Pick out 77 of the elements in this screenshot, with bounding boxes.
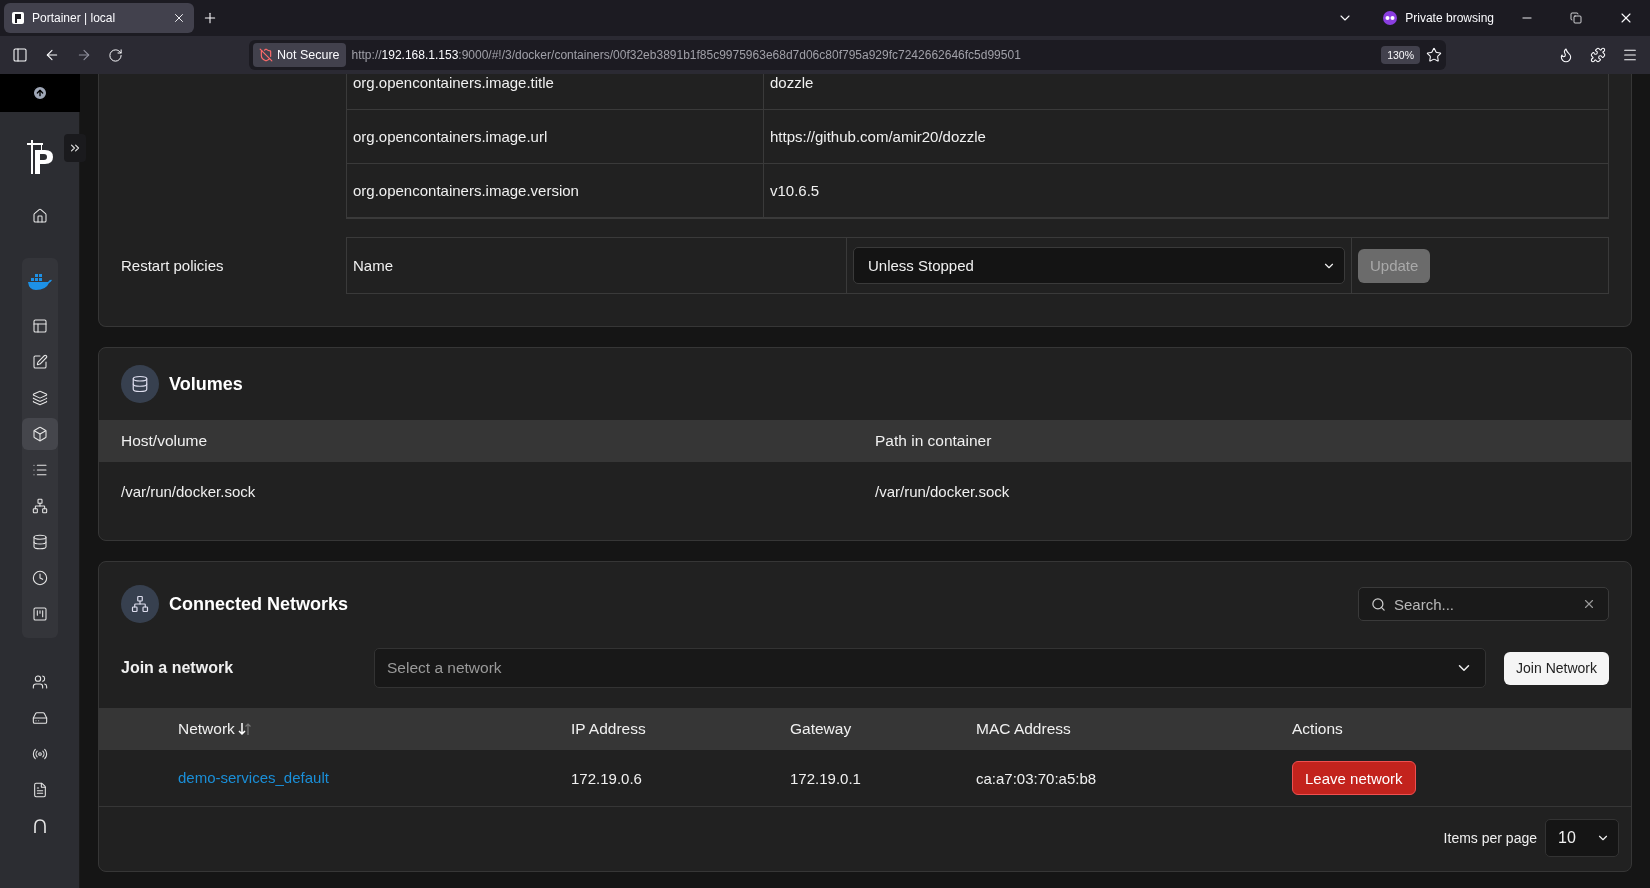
network-icon: [31, 498, 48, 514]
column-header: MAC Address: [976, 720, 1072, 738]
sidebar-icon[interactable]: [12, 47, 28, 63]
column-header: IP Address: [571, 720, 647, 738]
restart-policy-select[interactable]: Unless Stopped: [853, 247, 1345, 284]
reload-icon[interactable]: [108, 47, 123, 63]
logo-icon: [24, 140, 55, 174]
label-name: org.opencontainers.image.url: [347, 110, 764, 164]
card-title: Volumes: [169, 373, 243, 395]
restore-icon[interactable]: [1570, 12, 1582, 24]
label-value: v10.6.5: [764, 164, 1608, 218]
home-icon: [31, 208, 48, 224]
items-per-page-label: Items per page: [1443, 830, 1537, 846]
drive-icon: [31, 710, 48, 726]
label-value: https://github.com/amir20/dozzle: [764, 110, 1608, 164]
sidebar-item[interactable]: [21, 418, 58, 450]
back-icon[interactable]: [44, 47, 60, 63]
card-title: Connected Networks: [169, 593, 349, 615]
label-name: org.opencontainers.image.version: [347, 164, 764, 218]
list-icon: [31, 462, 48, 478]
box-icon: [31, 426, 48, 442]
address-bar[interactable]: Not Secure http://192.168.1.153:9000/#!/3/docker/containers/00f32eb3891b1f85c9975963e68d7d06c80f795a929fc7242662646fc5d99501 130%: [249, 40, 1446, 70]
items-per-page-select[interactable]: 10: [1545, 819, 1619, 857]
database-icon: [121, 365, 159, 403]
radio-icon: [31, 746, 48, 762]
whale-icon: [26, 272, 53, 292]
table-cell: Name: [347, 238, 847, 293]
restart-policies-label: Restart policies: [121, 256, 225, 276]
search-input[interactable]: Search...: [1392, 594, 1576, 614]
layers-icon: [31, 390, 48, 406]
join-network-button[interactable]: Join Network: [1504, 651, 1609, 685]
column-header: Actions: [1292, 720, 1344, 738]
mask-icon: [1383, 11, 1398, 25]
clock-icon: [31, 570, 48, 586]
url-text: http://192.168.1.153:9000/#!/3/docker/containers/00f32eb3891b1f85c9975963e68d7d06c80f795a929fc7242662646fc5d99501: [351, 48, 1022, 62]
forward-icon[interactable]: [76, 47, 92, 63]
dashboard-icon: [31, 318, 48, 334]
star-icon[interactable]: [1426, 47, 1442, 63]
column-header: Path in container: [875, 432, 993, 450]
private-browsing-label: Private browsing: [1405, 11, 1494, 25]
extensions-icon[interactable]: [1590, 47, 1606, 63]
board-icon: [31, 606, 48, 622]
document-icon: [31, 782, 48, 798]
join-network-label: Join a network: [121, 659, 235, 677]
sort-icon[interactable]: [236, 721, 253, 737]
column-header[interactable]: Network: [178, 720, 571, 738]
table-cell-text: /var/run/docker.sock: [875, 482, 1011, 500]
users-icon: [31, 674, 48, 690]
table-cell-text: 172.19.0.6: [571, 769, 643, 787]
clear-icon[interactable]: [1582, 597, 1596, 611]
label-value: dozzle: [764, 74, 1608, 110]
network-link[interactable]: demo-services_default: [178, 769, 329, 786]
collapse-button[interactable]: [64, 134, 86, 162]
flame-icon[interactable]: [1558, 47, 1574, 63]
network-select[interactable]: Select a network: [374, 648, 1487, 688]
edit-icon: [31, 354, 48, 370]
database-icon: [31, 534, 48, 550]
close-icon[interactable]: [172, 11, 186, 25]
upgrade-icon[interactable]: [0, 74, 80, 112]
column-header: Gateway: [790, 720, 853, 738]
table-cell-text: ca:a7:03:70:a5:b8: [976, 769, 1098, 787]
label-name: org.opencontainers.image.title: [347, 74, 764, 110]
search-icon: [1371, 596, 1386, 612]
column-header: Host/volume: [121, 432, 209, 450]
chevrons-right-icon: [68, 141, 82, 155]
arch-icon: [31, 818, 48, 834]
tab-favicon: [12, 12, 24, 24]
browser-tab[interactable]: Portainer | local: [4, 3, 194, 33]
network-icon: [121, 585, 159, 623]
table-cell-text: /var/run/docker.sock: [121, 482, 257, 500]
leave-network-button[interactable]: Leave network: [1292, 761, 1416, 795]
table-cell-text: 172.19.0.1: [790, 769, 862, 787]
menu-icon[interactable]: [1622, 47, 1638, 63]
search-bar[interactable]: Search...: [1358, 587, 1609, 621]
zoom-level[interactable]: 130%: [1381, 46, 1420, 64]
new-tab-icon[interactable]: [202, 10, 218, 26]
security-indicator[interactable]: Not Secure: [253, 43, 346, 67]
